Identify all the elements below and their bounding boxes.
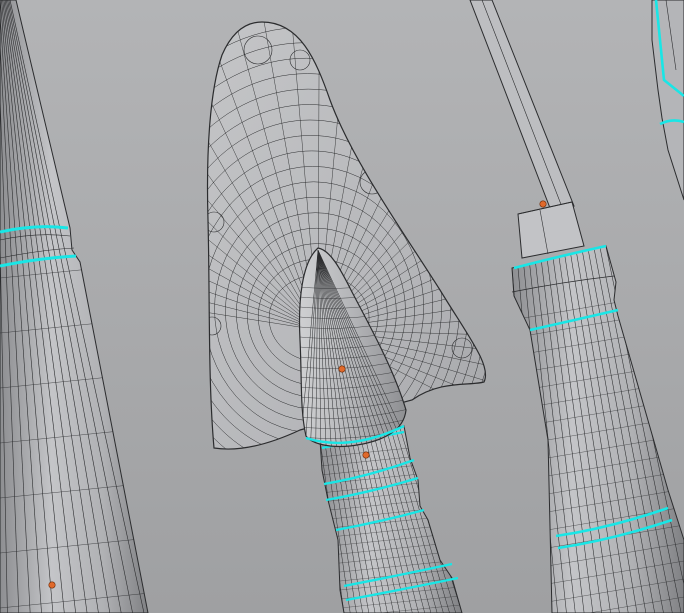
object-origin-dot[interactable] [362,451,370,459]
mesh-scene[interactable] [0,0,684,613]
3d-viewport[interactable] [0,0,684,613]
object-origin-dot[interactable] [338,365,346,373]
object-origin-dot[interactable] [539,200,547,208]
object-origin-dot[interactable] [48,581,56,589]
